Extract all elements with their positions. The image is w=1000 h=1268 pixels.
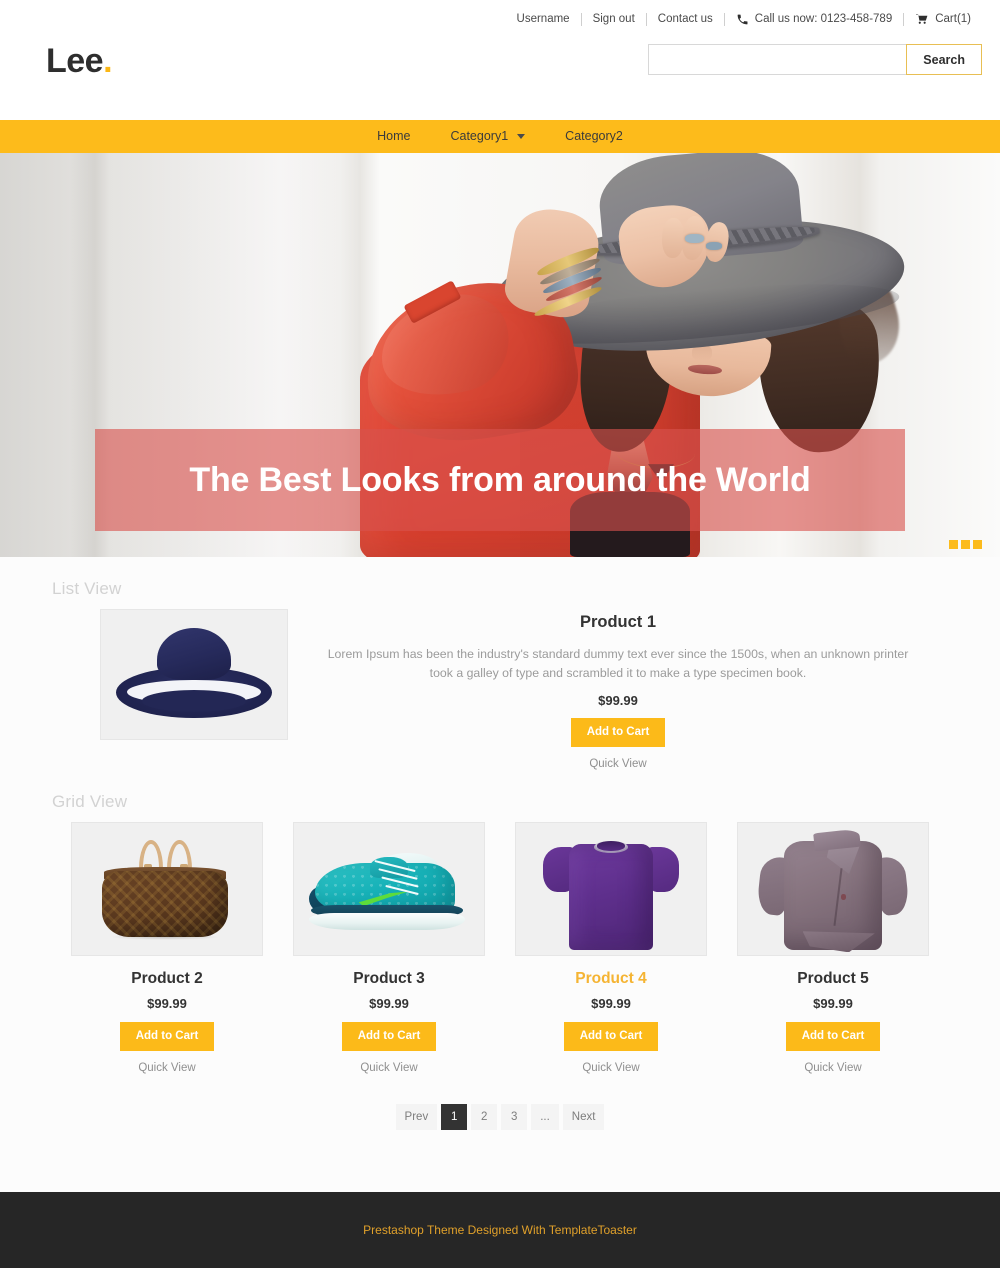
quick-view-link-product-1[interactable]: Quick View <box>288 758 948 770</box>
main-navigation: Home Category1 Category2 <box>0 120 1000 153</box>
pagination-ellipsis[interactable]: ... <box>531 1104 559 1130</box>
product-title-product-1[interactable]: Product 1 <box>288 613 948 632</box>
chevron-down-icon <box>517 134 526 139</box>
list-view-product-info: Product 1 Lorem Ipsum has been the indus… <box>288 609 948 770</box>
call-us-text: Call us now: 0123-458-789 <box>725 12 903 26</box>
quick-view-link-product-3[interactable]: Quick View <box>293 1062 485 1074</box>
navy-sun-hat-artwork <box>101 610 287 739</box>
username-link[interactable]: Username <box>506 12 581 26</box>
tshirt-collar-inner <box>596 841 626 851</box>
logo-text: Lee <box>46 42 104 80</box>
product-card-product-5: Product 5 $99.99 Add to Cart Quick View <box>737 822 929 1074</box>
contact-us-link[interactable]: Contact us <box>647 12 724 26</box>
pagination-prev[interactable]: Prev <box>395 1104 438 1130</box>
tshirt-body <box>569 844 653 950</box>
ring <box>685 233 704 244</box>
hero-title: The Best Looks from around the World <box>189 460 811 499</box>
logo-dot: . <box>103 42 113 80</box>
product-image-product-2[interactable] <box>71 822 263 956</box>
product-image-product-1[interactable] <box>100 609 288 740</box>
main-content: List View Product 1 Lorem Ipsum has been… <box>0 557 1000 1192</box>
product-price-product-1: $99.99 <box>598 693 638 708</box>
add-to-cart-button-product-5[interactable]: Add to Cart <box>785 1022 881 1051</box>
search-button[interactable]: Search <box>906 44 982 75</box>
add-to-cart-button-product-2[interactable]: Add to Cart <box>119 1022 215 1051</box>
quick-view-link-product-4[interactable]: Quick View <box>515 1062 707 1074</box>
footer-credit: Prestashop Theme Designed With TemplateT… <box>363 1223 637 1237</box>
product-card-product-2: Product 2 $99.99 Add to Cart Quick View <box>71 822 263 1074</box>
handbag-artwork <box>72 823 262 955</box>
search-form: Search <box>648 38 982 75</box>
quick-view-link-product-2[interactable]: Quick View <box>71 1062 263 1074</box>
nav-item-home[interactable]: Home <box>357 120 430 153</box>
nav-label: Category1 <box>450 129 509 143</box>
cart-link[interactable]: Cart(1) <box>904 12 982 26</box>
hat-crown-shape <box>156 628 232 680</box>
product-card-product-3: Product 3 $99.99 Add to Cart Quick View <box>293 822 485 1074</box>
nav-label: Home <box>377 129 411 143</box>
pagination-page-2[interactable]: 2 <box>471 1104 498 1130</box>
cart-icon <box>915 13 929 26</box>
site-logo[interactable]: Lee. <box>46 38 113 80</box>
phone-icon <box>736 13 749 26</box>
bag-body <box>102 870 228 937</box>
hero-slider-dot-1[interactable] <box>949 540 958 549</box>
list-view-product-row: Product 1 Lorem Ipsum has been the indus… <box>0 609 1000 770</box>
sneaker-outsole <box>309 912 465 930</box>
pagination-next[interactable]: Next <box>562 1104 605 1130</box>
product-description: Lorem Ipsum has been the industry's stan… <box>327 647 909 680</box>
product-title-product-3[interactable]: Product 3 <box>293 970 485 988</box>
jacket-artwork <box>738 823 928 955</box>
sign-out-link[interactable]: Sign out <box>582 12 646 26</box>
product-price-product-2: $99.99 <box>147 996 187 1011</box>
pagination-page-1[interactable]: 1 <box>441 1104 468 1130</box>
product-image-product-4[interactable] <box>515 822 707 956</box>
product-title-product-4[interactable]: Product 4 <box>515 970 707 988</box>
product-price-product-3: $99.99 <box>369 996 409 1011</box>
add-to-cart-button-product-3[interactable]: Add to Cart <box>341 1022 437 1051</box>
product-image-product-3[interactable] <box>293 822 485 956</box>
grid-view-heading: Grid View <box>52 792 128 811</box>
jacket-button <box>840 894 847 900</box>
hero-caption-band: The Best Looks from around the World <box>95 429 905 531</box>
sneaker-artwork <box>294 823 484 955</box>
nav-item-category1[interactable]: Category1 <box>430 120 545 153</box>
product-price-product-4: $99.99 <box>591 996 631 1011</box>
phone-number: Call us now: 0123-458-789 <box>754 13 893 25</box>
nav-item-category2[interactable]: Category2 <box>545 120 643 153</box>
add-to-cart-button-product-4[interactable]: Add to Cart <box>563 1022 659 1051</box>
hat-inner-band <box>141 689 247 712</box>
pagination: Prev 1 2 3 ... Next <box>0 1074 1000 1164</box>
grid-view-products: Product 2 $99.99 Add to Cart Quick View <box>0 822 1000 1074</box>
nav-label: Category2 <box>565 129 623 143</box>
product-card-product-4: Product 4 $99.99 Add to Cart Quick View <box>515 822 707 1074</box>
cart-label: Cart(1) <box>935 13 971 25</box>
site-footer: Prestashop Theme Designed With TemplateT… <box>0 1192 1000 1268</box>
add-to-cart-button-product-1[interactable]: Add to Cart <box>570 718 666 747</box>
utility-topbar: Username Sign out Contact us Call us now… <box>0 0 1000 38</box>
quick-view-link-product-5[interactable]: Quick View <box>737 1062 929 1074</box>
hero-slider-indicators[interactable] <box>949 540 982 549</box>
hero-slider[interactable]: The Best Looks from around the World <box>0 153 1000 557</box>
bag-shadow <box>110 933 221 941</box>
product-image-product-5[interactable] <box>737 822 929 956</box>
search-input[interactable] <box>648 44 907 75</box>
tshirt-artwork <box>516 823 706 955</box>
pagination-page-3[interactable]: 3 <box>501 1104 528 1130</box>
hero-slider-dot-3[interactable] <box>973 540 982 549</box>
product-price-product-5: $99.99 <box>813 996 853 1011</box>
list-view-heading: List View <box>52 579 122 598</box>
product-title-product-2[interactable]: Product 2 <box>71 970 263 988</box>
site-header: Lee. Search <box>0 38 1000 120</box>
ring <box>706 241 722 250</box>
product-title-product-5[interactable]: Product 5 <box>737 970 929 988</box>
hero-slider-dot-2[interactable] <box>961 540 970 549</box>
